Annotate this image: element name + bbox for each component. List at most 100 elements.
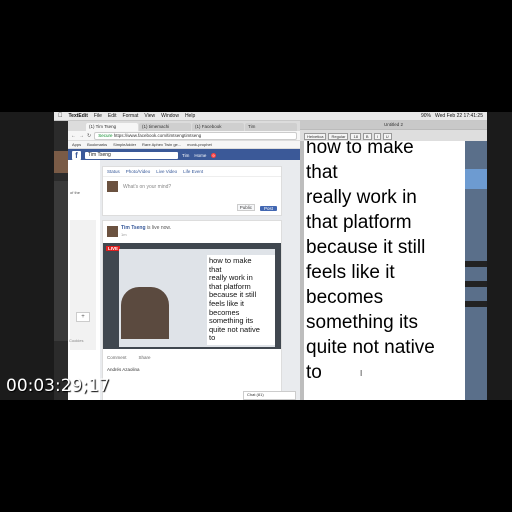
facebook-nav: Tim Home 9 — [182, 153, 216, 158]
browser-tabs: (1) Tim Tseng (1) timemachi (1) Facebook… — [68, 121, 300, 131]
tab-timemachine[interactable]: (1) timemachi — [139, 123, 191, 131]
secure-label: Secure — [98, 132, 113, 138]
video-line: quite not native — [209, 324, 260, 334]
document-line: quite not native — [306, 337, 435, 358]
nav-home[interactable]: Home — [194, 153, 206, 158]
composer-live-video[interactable]: Live Video — [156, 169, 177, 174]
add-icon[interactable]: + — [76, 312, 90, 322]
underline-button[interactable]: U — [382, 132, 392, 140]
menubar-status: 90% Wed Feb 22 17:41:25 — [421, 113, 483, 119]
back-icon[interactable]: ← — [71, 133, 76, 139]
composer-life-event[interactable]: Life Event — [183, 169, 203, 174]
apple-icon[interactable]:  — [58, 113, 63, 119]
live-badge: LIVE — [106, 246, 121, 251]
font-family-select[interactable]: Helvetica — [304, 132, 327, 140]
video-frame:  TextEdit File Edit Format View Window … — [0, 112, 512, 400]
left-column: of the + Cookies — [68, 160, 100, 400]
clock[interactable]: Wed Feb 22 17:41:25 — [435, 113, 483, 119]
editor-title: Untitled 2 — [383, 122, 403, 127]
tab-facebook[interactable]: (1) Facebook — [192, 123, 244, 131]
menu-window[interactable]: Window — [161, 113, 179, 119]
webcam-thumbnail — [54, 151, 68, 173]
left-column-card — [70, 220, 96, 350]
document-line: to — [306, 362, 322, 383]
facebook-feed: of the + Cookies Status Photo/Video Live… — [68, 160, 300, 400]
menu-edit[interactable]: Edit — [108, 113, 117, 119]
video-timecode: 00:03:29;17 — [6, 376, 110, 396]
composer-photo-video[interactable]: Photo/Video — [126, 169, 150, 174]
avatar[interactable] — [107, 181, 118, 192]
tab-tim[interactable]: Tim — [245, 123, 297, 131]
reload-icon[interactable]: ↻ — [87, 133, 91, 139]
nav-profile[interactable]: Tim — [182, 153, 189, 158]
desktop-window-fragment — [465, 261, 487, 267]
composer-options: Status Photo/Video Live Video Life Event — [103, 167, 281, 177]
italic-button[interactable]: I — [373, 132, 381, 140]
live-video-player[interactable]: LIVE how to make that really work in tha… — [103, 243, 281, 349]
mac-menubar:  TextEdit File Edit Format View Window … — [54, 112, 487, 121]
left-column-label: of the — [70, 190, 81, 195]
document-line: that platform — [306, 212, 412, 233]
post-actions: Comment Share — [107, 355, 151, 360]
notifications-badge[interactable]: 9 — [211, 153, 216, 158]
document-line: becomes — [306, 287, 384, 308]
post-header: Tim Tseng is live now. — [121, 225, 171, 231]
menu-format[interactable]: Format — [123, 113, 139, 119]
forward-icon[interactable]: → — [79, 133, 84, 139]
share-button[interactable]: Share — [139, 355, 151, 360]
bold-button[interactable]: B — [362, 132, 372, 140]
textedit-window: Untitled 2 Helvetica Regular 18 B I U ho… — [300, 121, 487, 400]
cookie-link[interactable]: Cookies — [69, 338, 83, 343]
comment-button[interactable]: Comment — [107, 355, 127, 360]
video-person — [121, 287, 169, 339]
background-desktop-strip — [54, 121, 68, 400]
bookmarks-bar: Apps Bookmarks SimpleAdder Rare Aphex Tw… — [68, 141, 300, 149]
url-text: https://www.facebook.com/timtsengtimtsen… — [113, 132, 202, 138]
background-window — [54, 181, 68, 341]
menu-view[interactable]: View — [144, 113, 155, 119]
post-avatar[interactable] — [107, 226, 118, 237]
desktop-window-fragment — [465, 301, 487, 307]
video-document-text: how to make that really work in that pla… — [207, 255, 275, 345]
bookmark-aphex[interactable]: Rare Aphex Twin ge... — [142, 142, 181, 147]
editor-document[interactable]: how to make that really work in that pla… — [304, 141, 465, 400]
menu-help[interactable]: Help — [185, 113, 195, 119]
video-line: to — [209, 333, 216, 343]
document-line: feels like it — [306, 262, 395, 283]
bookmark-bookmarks[interactable]: Bookmarks — [87, 142, 107, 147]
document-line: really work in — [306, 187, 417, 208]
desktop-window-fragment — [465, 169, 487, 189]
bookmark-simpleadder[interactable]: SimpleAdder — [113, 142, 136, 147]
desktop-window-fragment — [465, 281, 487, 287]
bookmark-monk[interactable]: monk-prophet — [187, 142, 212, 147]
desktop-right-edge — [465, 141, 487, 400]
font-style-select[interactable]: Regular — [328, 132, 349, 140]
composer-status[interactable]: Status — [107, 169, 120, 174]
text-cursor-icon: I — [360, 369, 363, 378]
post-action: is live now. — [146, 225, 172, 231]
post-button[interactable]: Post — [259, 206, 277, 211]
chat-bar[interactable]: Chat (81) — [243, 391, 296, 400]
address-bar: ← → ↻ Secure https://www.facebook.com/ti… — [68, 131, 300, 141]
document-line: that — [306, 162, 338, 183]
post-time: 1m — [121, 232, 127, 237]
url-field[interactable]: Secure https://www.facebook.com/timtseng… — [94, 131, 297, 140]
browser-window: (1) Tim Tseng (1) timemachi (1) Facebook… — [68, 121, 300, 400]
document-line: how to make — [306, 141, 414, 158]
menu-file[interactable]: File — [94, 113, 102, 119]
document-line: because it still — [306, 237, 426, 258]
privacy-selector[interactable]: Public — [236, 204, 255, 211]
facebook-search-input[interactable]: Tim Tseng — [85, 152, 178, 159]
post-author[interactable]: Tim Tseng — [121, 225, 146, 231]
menu-app-name[interactable]: TextEdit — [69, 113, 88, 119]
commenter-name[interactable]: Andrés Azaolina — [107, 367, 140, 372]
live-post: Tim Tseng is live now. 1m LIVE how to ma… — [102, 220, 282, 400]
facebook-logo-icon[interactable]: f — [72, 151, 81, 160]
font-size-select[interactable]: 18 — [350, 132, 361, 140]
post-composer: Status Photo/Video Live Video Life Event… — [102, 166, 282, 216]
battery-level[interactable]: 90% — [421, 113, 431, 119]
document-line: something its — [306, 312, 418, 333]
tab-profile[interactable]: (1) Tim Tseng — [86, 123, 138, 131]
bookmark-apps[interactable]: Apps — [72, 142, 81, 147]
composer-input[interactable]: What's on your mind? — [123, 184, 171, 190]
